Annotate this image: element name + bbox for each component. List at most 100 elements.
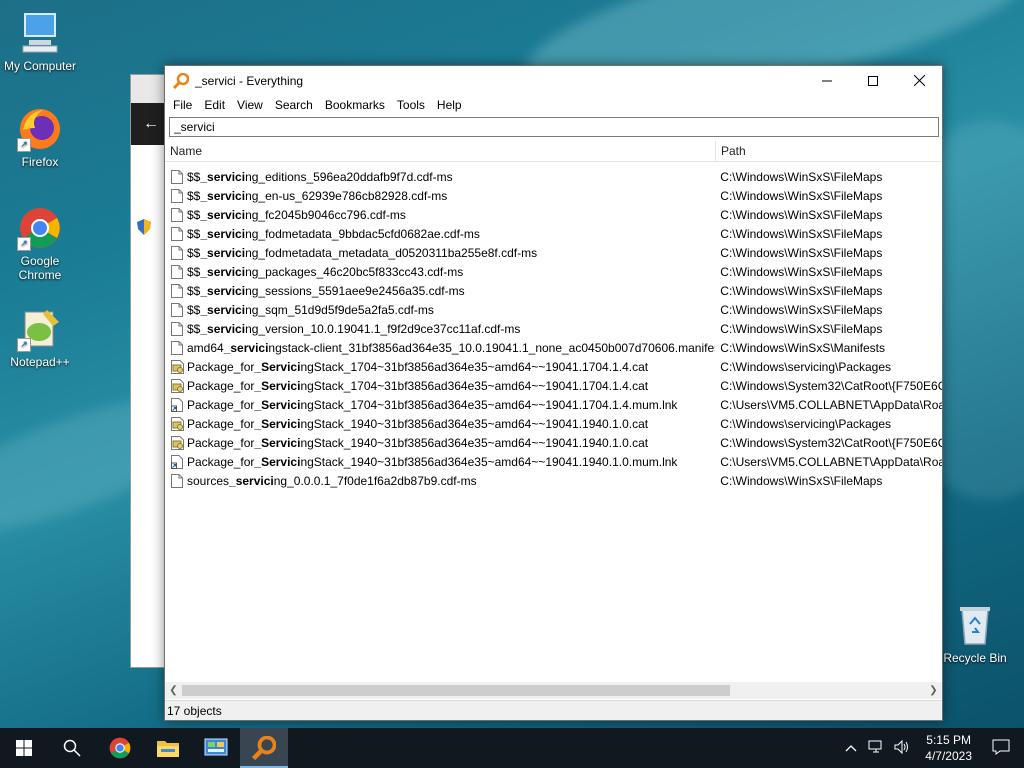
file-path: C:\Windows\servicing\Packages [720,416,892,431]
table-row[interactable]: $$_servicing_editions_596ea20ddafb9f7d.c… [165,167,942,186]
file-icon [171,169,183,184]
status-bar: 17 objects [165,700,942,720]
clock[interactable]: 5:15 PM 4/7/2023 [925,732,972,764]
menu-tools[interactable]: Tools [391,95,431,115]
notification-icon[interactable] [992,739,1010,758]
file-path: C:\Users\VM5.COLLABNET\AppData\Roar [720,454,942,469]
table-row[interactable]: $$_servicing_fc2045b9046cc796.cdf-ms C:\W… [165,205,942,224]
shortcut-arrow-icon: ↗ [17,138,31,152]
computer-icon [17,10,63,56]
file-name: Package_for_ServicingStack_1704~31bf3856… [187,397,678,412]
file-icon [171,283,183,298]
shield-icon [137,219,151,238]
menu-edit[interactable]: Edit [198,95,231,115]
desktop-icon-my-computer[interactable]: My Computer [0,10,80,73]
chrome-icon: ↗ [17,205,63,251]
desktop-icon-chrome[interactable]: ↗ Google Chrome [0,205,80,282]
table-row[interactable]: amd64_servicingstack-client_31bf3856ad36… [165,338,942,357]
file-path: C:\Windows\WinSxS\FileMaps [720,245,883,260]
minimize-icon [822,80,832,81]
close-icon [913,75,925,86]
file-name: $$_servicing_sqm_51d9d5f9de5a2fa5.cdf-ms [187,302,434,317]
menu-help[interactable]: Help [431,95,468,115]
table-row[interactable]: Package_for_ServicingStack_1704~31bf3856… [165,357,942,376]
table-row[interactable]: Package_for_ServicingStack_1940~31bf3856… [165,433,942,452]
file-name: Package_for_ServicingStack_1704~31bf3856… [187,378,649,393]
close-button[interactable] [896,66,942,95]
taskbar-chrome[interactable] [96,728,144,768]
table-row[interactable]: $$_servicing_en-us_62939e786cb82928.cdf-… [165,186,942,205]
notepadpp-icon: ↗ [17,306,63,352]
catalog-file-icon [171,378,184,393]
taskbar-control-panel[interactable] [192,728,240,768]
file-name: Package_for_ServicingStack_1940~31bf3856… [187,454,678,469]
table-row[interactable]: Package_for_ServicingStack_1940~31bf3856… [165,452,942,471]
file-path: C:\Windows\System32\CatRoot\{F750E6C [720,378,942,393]
file-name: $$_servicing_fodmetadata_9bbdac5cfd0682a… [187,226,480,241]
network-icon[interactable] [868,740,884,757]
window-title: _servici - Everything [195,73,304,88]
results-list: $$_servicing_editions_596ea20ddafb9f7d.c… [165,167,942,490]
file-path: C:\Windows\WinSxS\FileMaps [720,473,883,488]
minimize-button[interactable] [804,66,850,95]
file-name: $$_servicing_version_10.0.19041.1_f9f2d9… [187,321,521,336]
file-icon [171,473,183,488]
desktop-icon-notepadpp[interactable]: ↗ Notepad++ [0,306,80,369]
table-row[interactable]: $$_servicing_fodmetadata_9bbdac5cfd0682a… [165,224,942,243]
table-row[interactable]: Package_for_ServicingStack_1940~31bf3856… [165,414,942,433]
clock-time: 5:15 PM [926,733,971,747]
maximize-button[interactable] [850,66,896,95]
menu-search[interactable]: Search [269,95,319,115]
taskbar-file-explorer[interactable] [144,728,192,768]
table-row[interactable]: $$_servicing_sessions_5591aee9e2456a35.c… [165,281,942,300]
scroll-right-icon[interactable]: ❯ [925,682,942,699]
table-row[interactable]: Package_for_ServicingStack_1704~31bf3856… [165,395,942,414]
firefox-icon: ↗ [17,106,63,152]
file-name: amd64_servicingstack-client_31bf3856ad36… [187,340,716,355]
scroll-left-icon[interactable]: ❮ [165,682,182,699]
file-icon [171,321,183,336]
volume-icon[interactable] [894,739,910,757]
taskbar: 5:15 PM 4/7/2023 [0,728,1024,768]
file-icon [171,245,183,260]
clock-date: 4/7/2023 [925,749,972,763]
table-row[interactable]: Package_for_ServicingStack_1704~31bf3856… [165,376,942,395]
file-name: Package_for_ServicingStack_1940~31bf3856… [187,435,649,450]
table-row[interactable]: $$_servicing_packages_46c20bc5f833cc43.c… [165,262,942,281]
desktop-icon-firefox[interactable]: ↗ Firefox [0,106,80,169]
table-row[interactable]: sources_servicing_0.0.0.1_7f0de1f6a2db87… [165,471,942,490]
file-name: Package_for_ServicingStack_1704~31bf3856… [187,359,649,374]
file-icon [171,207,183,222]
catalog-file-icon [171,435,184,450]
start-button[interactable] [0,728,48,768]
maximize-icon [868,75,878,86]
search-box[interactable] [169,117,939,137]
chevron-up-icon[interactable] [845,741,857,755]
catalog-file-icon [171,416,184,431]
everything-window[interactable]: _servici - Everything File Edit View Sea… [164,65,943,721]
table-row[interactable]: $$_servicing_sqm_51d9d5f9de5a2fa5.cdf-ms… [165,300,942,319]
recycle-bin-icon [952,602,998,648]
desktop-icon-recycle-bin[interactable]: Recycle Bin [935,602,1015,665]
menu-bookmarks[interactable]: Bookmarks [319,95,391,115]
column-header-name[interactable]: Name [165,141,716,161]
taskbar-search-button[interactable] [48,728,96,768]
file-name: $$_servicing_editions_596ea20ddafb9f7d.c… [187,169,453,184]
table-row[interactable]: $$_servicing_fodmetadata_metadata_d05203… [165,243,942,262]
desktop-icon-label: Recycle Bin [943,651,1007,665]
taskbar-everything[interactable] [240,728,288,768]
menu-file[interactable]: File [167,95,198,115]
table-row[interactable]: $$_servicing_version_10.0.19041.1_f9f2d9… [165,319,942,338]
column-header-path[interactable]: Path [716,141,746,161]
search-input[interactable] [174,120,938,134]
menu-view[interactable]: View [231,95,269,115]
horizontal-scrollbar[interactable]: ❮ ❯ [165,682,942,699]
file-path: C:\Users\VM5.COLLABNET\AppData\Roar [720,397,942,412]
titlebar[interactable]: _servici - Everything [165,66,942,95]
shortcut-arrow-icon: ↗ [17,237,31,251]
windows-logo-icon [16,740,32,756]
desktop-icon-label: My Computer [3,59,77,73]
file-icon [171,188,183,203]
search-icon [63,739,81,757]
scrollbar-thumb[interactable] [182,685,730,696]
